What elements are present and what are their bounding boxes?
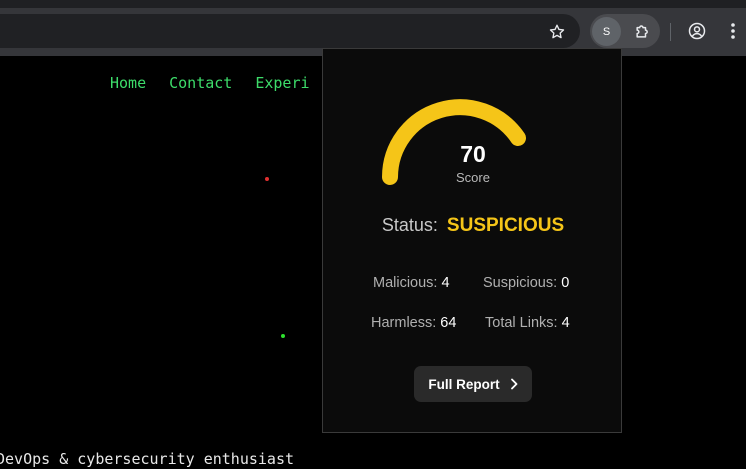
tab-strip <box>0 0 746 8</box>
star-icon[interactable] <box>545 20 569 44</box>
stat-label: Malicious: <box>373 275 438 291</box>
score-value: 70 <box>460 141 486 167</box>
red-particle <box>265 177 269 181</box>
stat-label: Total Links: <box>485 315 558 331</box>
chevron-right-icon <box>510 378 518 390</box>
puzzle-icon[interactable] <box>630 18 656 44</box>
nav-home[interactable]: Home <box>110 74 146 92</box>
extension-s-button[interactable]: S <box>592 17 621 46</box>
stat-value: 0 <box>561 275 570 291</box>
score-label: Score <box>456 170 490 185</box>
stat-suspicious: Suspicious: 0 <box>483 275 569 291</box>
nav-experience[interactable]: Experi <box>255 74 309 92</box>
stat-harmless: Harmless: 64 <box>371 315 456 331</box>
kebab-menu-icon[interactable] <box>726 18 740 44</box>
stat-malicious: Malicious: 4 <box>373 275 450 291</box>
status-row: Status: SUSPICIOUS <box>323 215 623 237</box>
tagline: DevOps & cybersecurity enthusiast <box>0 450 295 468</box>
stat-value: 4 <box>561 315 570 331</box>
toolbar-divider <box>670 23 671 41</box>
extension-popup: 70 Score Status: SUSPICIOUS Malicious: 4… <box>322 48 622 433</box>
stat-label: Harmless: <box>371 315 437 331</box>
site-nav: Home Contact Experi <box>110 74 333 92</box>
stat-total-links: Total Links: 4 <box>485 315 570 331</box>
stat-value: 4 <box>441 275 450 291</box>
status-value: SUSPICIOUS <box>446 215 565 236</box>
status-label: Status: <box>381 215 438 235</box>
stat-value: 64 <box>440 315 457 331</box>
full-report-button[interactable]: Full Report <box>414 366 532 402</box>
extension-badge: S <box>602 25 611 38</box>
address-bar[interactable] <box>0 14 580 48</box>
nav-contact[interactable]: Contact <box>169 74 232 92</box>
stat-label: Suspicious: <box>483 275 558 291</box>
profile-icon[interactable] <box>684 18 710 44</box>
green-particle <box>281 334 285 338</box>
full-report-label: Full Report <box>428 376 500 392</box>
